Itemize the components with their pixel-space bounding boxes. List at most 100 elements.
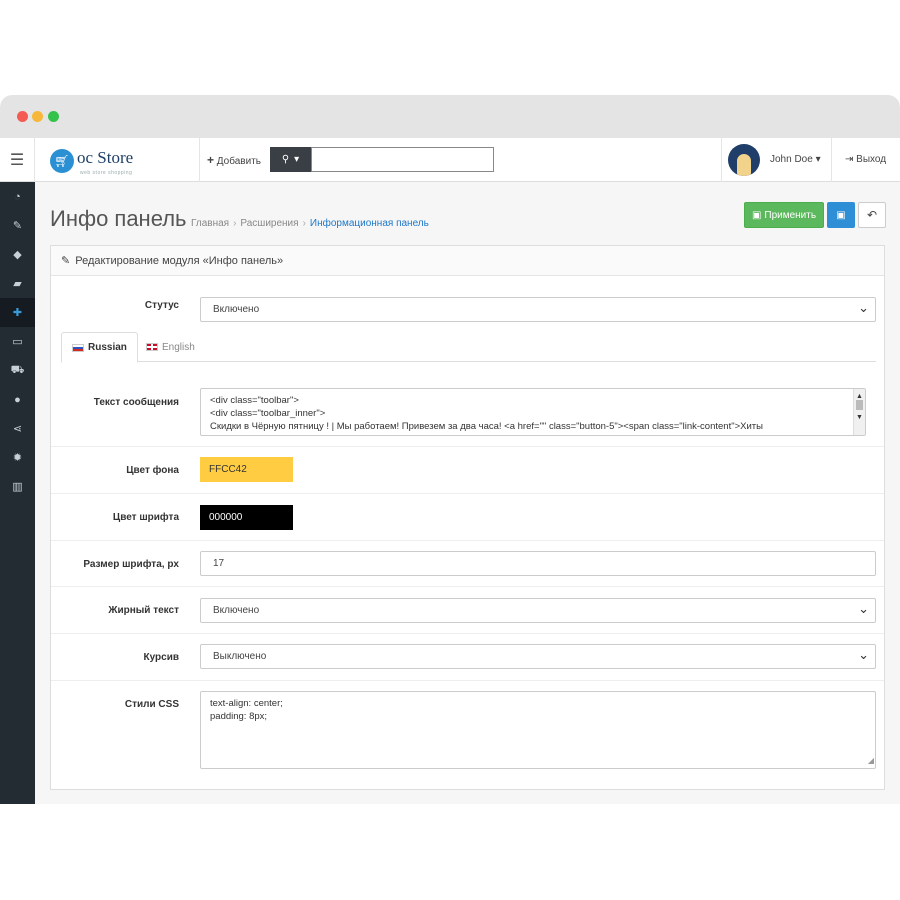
tab-english[interactable]: English: [136, 332, 205, 362]
puzzle-icon[interactable]: ✚: [0, 298, 35, 327]
store-logo[interactable]: 🛒︎ oc Store web store shopping: [50, 147, 133, 176]
font-color-label: Цвет шрифта: [112, 512, 179, 523]
search-icon: ⚲: [281, 154, 290, 165]
apply-label: Применить: [764, 209, 817, 221]
tag-icon[interactable]: ◆: [0, 240, 35, 269]
message-row: Текст сообщения <div class="toolbar"> <d…: [51, 363, 884, 447]
tab-russian-label: Russian: [88, 342, 127, 353]
caret-down-icon: ▾: [815, 154, 821, 165]
breadcrumb-current[interactable]: Информационная панель: [310, 218, 429, 229]
user-icon[interactable]: ●: [0, 385, 35, 414]
close-window-button[interactable]: [17, 111, 28, 122]
breadcrumb-extensions[interactable]: Расширения: [240, 218, 298, 229]
textarea-scrollbar[interactable]: ▲ ▼: [853, 389, 865, 435]
font-color-row: Цвет шрифта 000000: [51, 494, 884, 541]
status-select[interactable]: Включено: [200, 297, 876, 322]
add-label: Добавить: [216, 156, 261, 167]
add-button[interactable]: + Добавить: [207, 153, 261, 167]
font-color-input[interactable]: 000000: [200, 505, 293, 530]
uk-flag-icon: [146, 343, 158, 351]
message-line: Скидки в Чёрную пятницу ! | Мы работаем!…: [210, 421, 763, 432]
save-icon: ▣: [751, 209, 762, 221]
pencil-icon: ✎: [61, 255, 71, 267]
scroll-thumb[interactable]: [856, 400, 863, 410]
font-size-label: Размер шрифта, px: [83, 559, 179, 570]
bold-value: Включено: [213, 605, 260, 616]
top-header: ☰ 🛒︎ oc Store web store shopping + Добав…: [0, 138, 900, 182]
bg-color-row: Цвет фона FFCC42: [51, 447, 884, 494]
dashboard-icon[interactable]: ◔: [0, 182, 35, 211]
css-textarea[interactable]: text-align: center; padding: 8px; ◢: [200, 691, 876, 769]
reply-icon: ↶: [866, 208, 878, 222]
desktop-icon[interactable]: ▭: [0, 327, 35, 356]
italic-label: Курсив: [143, 652, 180, 663]
breadcrumb-home[interactable]: Главная: [191, 218, 229, 229]
browser-window: ☰ 🛒︎ oc Store web store shopping + Добав…: [0, 95, 900, 804]
apply-button[interactable]: ▣ Применить: [744, 202, 824, 228]
search-dropdown-button[interactable]: ⚲ ▾: [270, 147, 311, 172]
italic-select[interactable]: Выключено: [200, 644, 876, 669]
tab-russian[interactable]: Russian: [61, 332, 138, 363]
chart-icon[interactable]: ▥: [0, 472, 35, 501]
save-button[interactable]: ▣: [827, 202, 855, 228]
share-icon[interactable]: ⋖: [0, 414, 35, 443]
bg-color-label: Цвет фона: [126, 465, 179, 476]
css-line: text-align: center;: [210, 698, 283, 709]
logout-button[interactable]: ⇥ Выход: [845, 154, 886, 165]
back-button[interactable]: ↶: [858, 202, 886, 228]
minimize-window-button[interactable]: [32, 111, 43, 122]
logo-subtitle: web store shopping: [80, 170, 133, 176]
font-size-input[interactable]: 17: [200, 551, 876, 576]
cart-icon[interactable]: ⛟: [0, 356, 35, 385]
bg-color-input[interactable]: FFCC42: [200, 457, 293, 482]
gear-icon[interactable]: ✹: [0, 443, 35, 472]
main-content: Инфо панель Главная › Расширения › Информаци…: [35, 182, 900, 804]
message-textarea[interactable]: <div class="toolbar"> <div class="toolba…: [200, 388, 866, 436]
breadcrumb: Главная › Расширения › Информационная панель: [191, 218, 429, 229]
status-row: Стутус Включено: [51, 276, 884, 332]
save-icon: ▣: [836, 209, 846, 221]
plus-icon: +: [207, 153, 215, 167]
header-divider: [721, 138, 722, 182]
edit-panel: ✎ Редактирование модуля «Инфо панель» Ст…: [50, 245, 885, 790]
edit-icon[interactable]: ✎: [0, 211, 35, 240]
panel-title: Редактирование модуля «Инфо панель»: [75, 254, 284, 267]
panel-heading: ✎ Редактирование модуля «Инфо панель»: [51, 246, 884, 276]
font-size-value: 17: [213, 558, 225, 569]
russia-flag-icon: [72, 343, 84, 352]
bold-label: Жирный текст: [108, 605, 179, 616]
logout-label: Выход: [856, 154, 887, 165]
search-input[interactable]: [311, 147, 494, 172]
sign-out-icon: ⇥: [845, 154, 854, 165]
bg-color-value: FFCC42: [209, 464, 247, 475]
resize-handle-icon[interactable]: ◢: [868, 754, 874, 767]
language-tabs: Russian English: [61, 332, 876, 363]
book-icon[interactable]: ▰: [0, 269, 35, 298]
italic-row: Курсив Выключено: [51, 634, 884, 681]
font-size-row: Размер шрифта, px 17: [51, 541, 884, 587]
message-line: <div class="toolbar">: [210, 395, 299, 406]
caret-down-icon: ▾: [294, 154, 300, 165]
menu-toggle-icon[interactable]: ☰: [0, 138, 35, 182]
italic-value: Выключено: [213, 651, 267, 662]
css-line: padding: 8px;: [210, 711, 268, 722]
user-menu[interactable]: John Doe ▾: [770, 154, 821, 165]
bold-select[interactable]: Включено: [200, 598, 876, 623]
css-label: Стили CSS: [124, 699, 179, 710]
sidebar: ◔ ✎ ◆ ▰ ✚ ▭ ⛟ ● ⋖ ✹ ▥: [0, 182, 35, 804]
status-value: Включено: [213, 304, 260, 315]
header-divider: [831, 138, 832, 182]
window-titlebar: [0, 95, 900, 138]
cart-logo-icon: 🛒︎: [50, 149, 74, 173]
scroll-down-icon[interactable]: ▼: [856, 411, 863, 424]
user-name: John Doe: [770, 154, 813, 165]
css-row: Стили CSS text-align: center; padding: 8…: [51, 681, 884, 789]
message-line: <div class="toolbar_inner">: [210, 408, 326, 419]
bold-row: Жирный текст Включено: [51, 587, 884, 634]
header-divider: [199, 138, 200, 182]
tab-english-label: English: [162, 341, 195, 353]
page-title: Инфо панель: [50, 206, 187, 231]
maximize-window-button[interactable]: [48, 111, 59, 122]
avatar[interactable]: [728, 144, 760, 176]
status-label: Стутус: [144, 300, 179, 311]
